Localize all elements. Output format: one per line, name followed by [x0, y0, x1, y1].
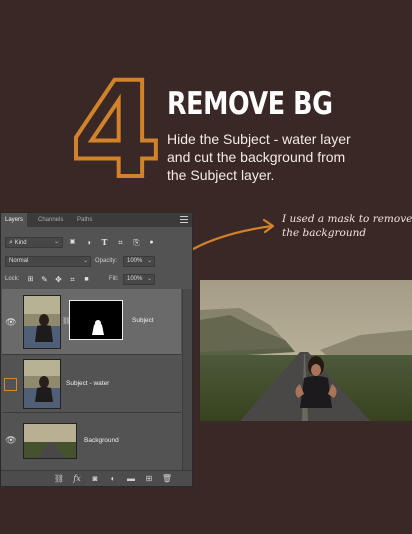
layer-thumbnail — [23, 359, 61, 409]
step-title: REMOVE BG — [167, 86, 333, 122]
layer-row-background[interactable]: 👁 Background — [2, 413, 181, 471]
eye-icon[interactable]: 👁 — [3, 433, 19, 447]
layer-name: Background — [84, 437, 119, 444]
opacity-label: Opacity: — [95, 258, 118, 264]
link-layers-icon[interactable]: ⛓ — [53, 473, 65, 485]
adjustment-layer-icon[interactable]: ◐ — [107, 473, 119, 485]
step-number-graphic: 4 — [74, 64, 158, 186]
layer-row-subject[interactable]: 👁 ⛓ Subject — [2, 289, 181, 355]
step-number: 4 — [74, 64, 158, 186]
search-icon: ⌕ — [9, 239, 13, 246]
annotation-line: the background — [282, 227, 367, 239]
opacity-input[interactable]: 100% ⌄ — [123, 256, 155, 267]
layer-thumbnail — [23, 423, 77, 459]
chevron-down-icon: ⌄ — [83, 258, 89, 264]
panel-footer: ⛓ fx ◙ ◐ ▬ ⊞ 🗑 — [1, 470, 192, 486]
lock-position-icon[interactable]: ✥ — [53, 274, 64, 285]
add-mask-icon[interactable]: ◙ — [89, 473, 101, 485]
annotation-note: I used a mask to remove the background — [282, 212, 412, 240]
chevron-down-icon: ⌄ — [147, 258, 153, 264]
blend-mode-value: Normal — [9, 258, 29, 264]
layers-panel: Layers Channels Paths ⌕ Kind ⌄ ▣ ◑ T ⌗ ⎘… — [0, 212, 193, 487]
filter-smart-object-icon[interactable]: ⎘ — [131, 237, 142, 248]
filter-kind-label: Kind — [14, 240, 27, 246]
layers-scrollbar[interactable] — [182, 289, 192, 485]
panel-tab-bar: Layers Channels Paths — [1, 213, 192, 227]
eye-icon[interactable]: 👁 — [3, 315, 19, 329]
fx-icon[interactable]: fx — [71, 473, 83, 485]
layer-thumbnail — [23, 295, 61, 349]
tab-channels[interactable]: Channels — [38, 213, 63, 227]
tab-layers[interactable]: Layers — [1, 213, 28, 227]
tab-paths[interactable]: Paths — [77, 213, 92, 227]
description-line: the Subject layer. — [167, 167, 275, 183]
visibility-toggle[interactable] — [4, 378, 17, 391]
trash-icon[interactable]: 🗑 — [161, 473, 173, 485]
fill-input[interactable]: 100% ⌄ — [123, 274, 155, 285]
blend-row: Normal ⌄ Opacity: 100% ⌄ — [3, 255, 190, 268]
fill-label: Fill: — [109, 276, 119, 282]
filter-row: ⌕ Kind ⌄ ▣ ◑ T ⌗ ⎘ ● — [3, 236, 190, 249]
description-line: Hide the Subject - water layer — [167, 131, 351, 147]
description-line: and cut the background from — [167, 149, 346, 165]
layer-name: Subject — [132, 317, 154, 324]
filter-pixel-icon[interactable]: ▣ — [67, 237, 78, 248]
layer-name: Subject - water — [66, 380, 110, 387]
layer-mask-thumbnail[interactable] — [69, 300, 123, 340]
chevron-down-icon: ⌄ — [54, 239, 60, 245]
fill-value: 100% — [127, 276, 143, 282]
new-layer-icon[interactable]: ⊞ — [143, 473, 155, 485]
filter-type-icon[interactable]: T — [99, 237, 110, 248]
filter-adjustment-icon[interactable]: ◑ — [83, 237, 94, 248]
opacity-value: 100% — [127, 258, 143, 264]
lock-image-pixels-icon[interactable]: ✎ — [39, 274, 50, 285]
filter-toggle-icon[interactable]: ● — [146, 237, 157, 248]
layers-list: 👁 ⛓ Subject Subject - water 👁 Background — [2, 289, 181, 485]
panel-menu-icon[interactable] — [180, 216, 188, 224]
new-group-icon[interactable]: ▬ — [125, 473, 137, 485]
lock-row: Lock: ⊞ ✎ ✥ ⌗ ■ Fill: 100% ⌄ — [3, 273, 190, 286]
lock-transparent-pixels-icon[interactable]: ⊞ — [25, 274, 36, 285]
lock-label: Lock: — [5, 276, 20, 282]
filter-kind-select[interactable]: ⌕ Kind ⌄ — [5, 237, 63, 248]
lock-all-icon[interactable]: ■ — [81, 274, 92, 285]
layer-row-subject-water[interactable]: Subject - water — [2, 355, 181, 413]
blend-mode-select[interactable]: Normal ⌄ — [5, 256, 91, 267]
result-photo — [200, 280, 412, 421]
annotation-line: I used a mask to remove — [282, 213, 412, 225]
step-description: Hide the Subject - water layer and cut t… — [167, 130, 407, 184]
filter-shape-icon[interactable]: ⌗ — [115, 237, 126, 248]
lock-artboard-icon[interactable]: ⌗ — [67, 274, 78, 285]
chevron-down-icon: ⌄ — [147, 276, 153, 282]
